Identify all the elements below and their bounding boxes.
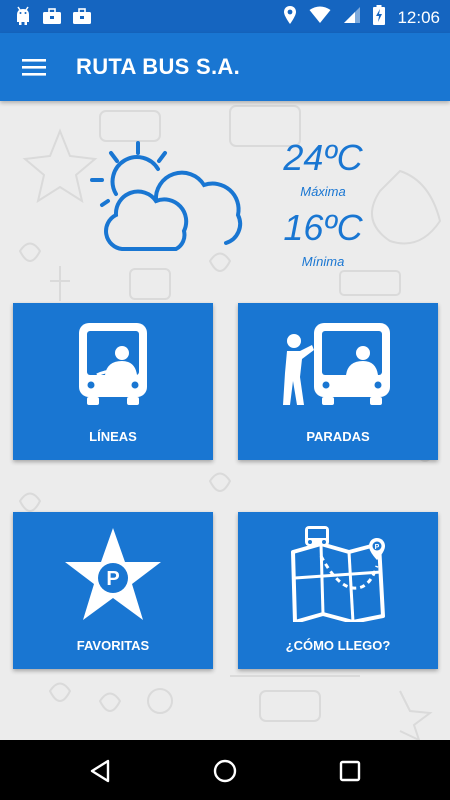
svg-text:P: P: [106, 568, 119, 590]
lineas-button[interactable]: LÍNEAS: [13, 303, 213, 460]
wifi-icon: [309, 6, 331, 29]
svg-text:P: P: [375, 544, 380, 551]
paradas-button[interactable]: PARADAS: [238, 303, 438, 460]
app-bar: RUTA BUS S.A.: [0, 33, 450, 101]
location-icon: [283, 5, 297, 30]
max-temperature: 24ºC: [283, 137, 363, 178]
briefcase-icon: [42, 6, 62, 31]
back-icon[interactable]: [88, 758, 114, 784]
signal-icon: [343, 6, 361, 29]
sun-behind-clouds-icon: [86, 139, 246, 259]
route-map-icon: P: [291, 526, 385, 622]
tile-label: PARADAS: [306, 429, 370, 444]
android-icon: [14, 6, 32, 31]
star-parking-icon: P: [65, 528, 161, 620]
briefcase-icon: [72, 6, 92, 31]
main-content: 24ºC Máxima 16ºC Mínima LÍNEAS PARADAS P…: [0, 101, 450, 740]
tile-label: FAVORITAS: [76, 638, 150, 653]
hamburger-menu-icon[interactable]: [20, 53, 50, 81]
como-llego-button[interactable]: P ¿CÓMO LLEGO?: [238, 512, 438, 669]
app-title: RUTA BUS S.A.: [76, 54, 241, 79]
min-temperature: 16ºC: [283, 207, 363, 248]
navigation-bar: [0, 740, 450, 800]
tile-label: ¿CÓMO LLEGO?: [285, 638, 391, 653]
bus-driver-icon: [79, 323, 147, 405]
home-icon[interactable]: [212, 758, 238, 784]
favoritas-button[interactable]: P FAVORITAS: [13, 512, 213, 669]
status-time: 12:06: [397, 7, 440, 27]
battery-charging-icon: [373, 5, 386, 30]
tile-label: LÍNEAS: [89, 429, 137, 444]
recents-icon[interactable]: [337, 758, 363, 784]
status-bar: 12:06: [0, 0, 450, 33]
max-temperature-label: Máxima: [300, 184, 346, 199]
bus-stop-passenger-icon: [283, 323, 390, 405]
min-temperature-label: Mínima: [301, 254, 345, 269]
